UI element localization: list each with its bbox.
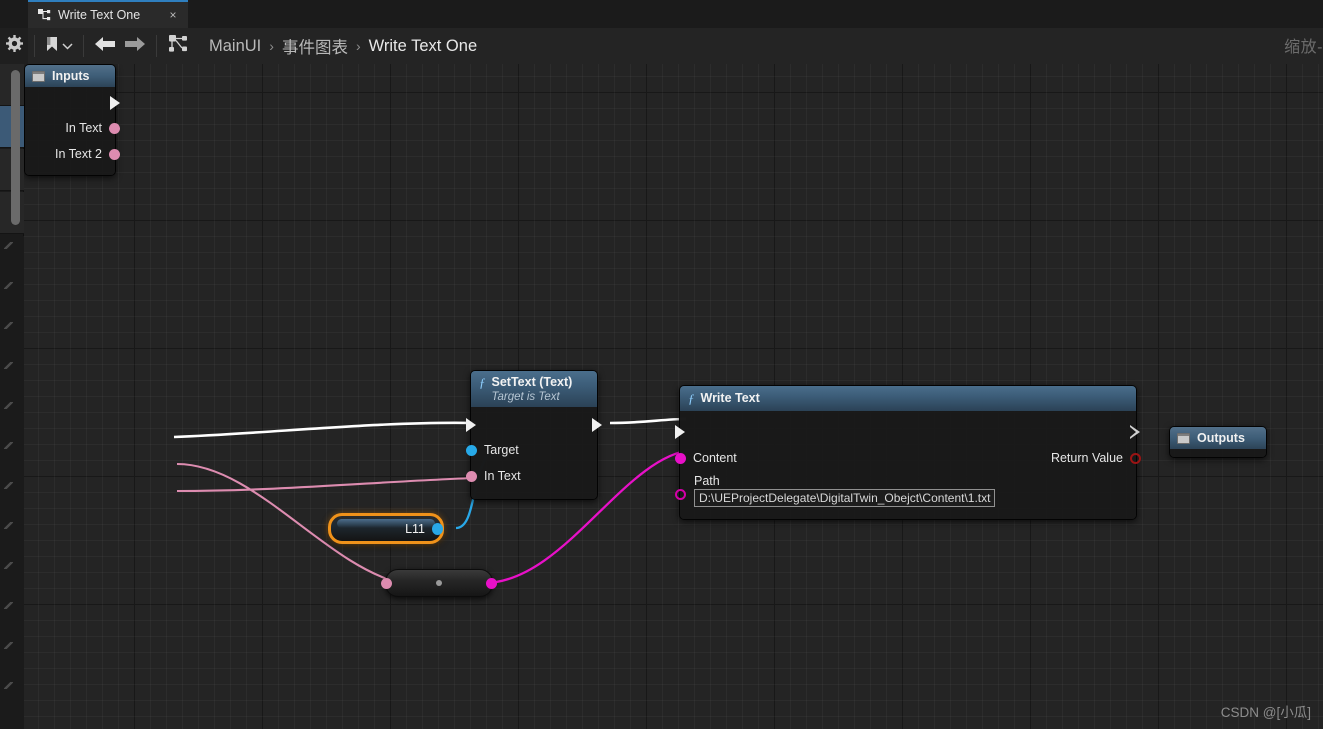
node-settext-header: ƒ SetText (Text) Target is Text	[471, 371, 597, 407]
pin-in-text[interactable]: In Text	[466, 463, 597, 489]
node-inputs-body: In Text In Text 2	[25, 87, 120, 175]
rail-resize-hatching	[0, 236, 24, 729]
left-panel-rail	[0, 64, 24, 729]
node-write-text-title: Write Text	[700, 391, 760, 405]
tab-bar: Write Text One ×	[0, 0, 1323, 28]
pin-in-text[interactable]: In Text	[25, 115, 120, 141]
rail-scrollbar[interactable]	[11, 70, 20, 225]
breadcrumb-item-write-text-one[interactable]: Write Text One	[363, 37, 484, 56]
tunnel-node-icon	[32, 70, 45, 82]
graph-icon-button[interactable]	[163, 33, 193, 59]
pin-target[interactable]: Target	[466, 437, 597, 463]
forward-button[interactable]	[120, 33, 150, 59]
exec-input-icon[interactable]	[466, 418, 476, 432]
function-icon: ƒ	[479, 375, 486, 390]
node-inputs-header: Inputs	[25, 65, 115, 87]
pin-in-text-label: In Text	[484, 469, 521, 483]
pin-in-text-dot	[109, 122, 120, 134]
blueprint-graph-canvas[interactable]: Inputs In Text In Text 2 ƒ SetText (Text…	[24, 64, 1323, 729]
pin-in-text-2-dot	[109, 148, 120, 160]
function-icon: ƒ	[688, 391, 695, 406]
breadcrumb-separator: ›	[355, 38, 361, 54]
node-write-text[interactable]: ƒ Write Text Content Return Value Path D…	[675, 385, 1141, 520]
pin-exec-row	[675, 419, 1140, 445]
node-settext-body: Target In Text	[466, 407, 602, 499]
bookmark-button[interactable]	[41, 33, 77, 59]
node-inputs-title: Inputs	[52, 69, 90, 83]
pin-in-text-label: In Text	[65, 121, 102, 135]
pin-variable-output-dot[interactable]	[432, 522, 443, 535]
settings-button[interactable]	[0, 28, 28, 64]
node-settext[interactable]: ƒ SetText (Text) Target is Text Target I…	[466, 370, 602, 500]
node-outputs-body	[1170, 449, 1266, 457]
breadcrumb: MainUI › 事件图表 › Write Text One	[203, 34, 483, 58]
pin-in-text-2[interactable]: In Text 2	[25, 141, 120, 167]
back-arrow-icon	[94, 36, 116, 57]
path-value-input[interactable]: D:\UEProjectDelegate\DigitalTwin_Obejct\…	[694, 489, 996, 507]
node-variable-l11[interactable]: L11	[328, 513, 444, 544]
node-write-text-body: Content Return Value Path D:\UEProjectDe…	[675, 411, 1141, 519]
blueprint-editor-window: Write Text One × MainUI › 事件图表 › Write T…	[0, 0, 1323, 729]
pin-in-text-2-label: In Text 2	[54, 147, 102, 161]
pin-path-row: Path D:\UEProjectDelegate\DigitalTwin_Ob…	[675, 473, 1136, 507]
exec-output-icon	[110, 96, 120, 110]
breadcrumb-separator: ›	[269, 38, 274, 54]
zoom-level-label: 缩放-	[1284, 39, 1323, 56]
toolbar-divider	[34, 35, 35, 57]
node-convert-to-text[interactable]	[381, 569, 497, 597]
watermark: CSDN @[小瓜]	[1220, 705, 1311, 720]
gear-icon	[5, 35, 23, 57]
tab-label: Write Text One	[58, 8, 141, 22]
exec-output-icon[interactable]	[1130, 424, 1141, 440]
pin-content-dot[interactable]	[675, 452, 686, 464]
toolbar: MainUI › 事件图表 › Write Text One	[0, 28, 1323, 64]
pin-convert-output-dot[interactable]	[486, 577, 497, 589]
pin-path-dot[interactable]	[675, 489, 686, 500]
pin-content-row: Content Return Value	[675, 445, 1141, 471]
node-outputs-title: Outputs	[1197, 431, 1245, 445]
breadcrumb-item-event-graph[interactable]: 事件图表	[276, 34, 354, 58]
back-button[interactable]	[90, 33, 120, 59]
pin-exec-row	[466, 413, 602, 437]
bookmark-icon	[45, 36, 59, 57]
node-settext-title: SetText (Text)	[491, 375, 573, 389]
node-outputs[interactable]: Outputs	[1169, 426, 1267, 458]
pin-path-label: Path	[694, 474, 720, 488]
pin-return-value-dot[interactable]	[1130, 452, 1141, 464]
pin-target-label: Target	[484, 443, 519, 457]
exec-input-icon[interactable]	[675, 425, 685, 439]
toolbar-divider	[156, 35, 157, 57]
forward-arrow-icon	[124, 36, 146, 57]
breadcrumb-item-mainui[interactable]: MainUI	[203, 37, 267, 56]
close-icon[interactable]: ×	[166, 9, 180, 21]
pin-content-label: Content	[693, 451, 737, 465]
convert-node-glyph	[436, 580, 442, 586]
blueprint-graph-icon	[38, 8, 51, 22]
pin-exec-out[interactable]	[25, 91, 120, 115]
blueprint-graph-icon	[167, 34, 189, 59]
chevron-down-icon	[62, 37, 73, 55]
pin-in-text-dot	[466, 470, 477, 482]
node-outputs-header: Outputs	[1170, 427, 1266, 449]
pin-target-dot	[466, 444, 477, 456]
tab-write-text-one[interactable]: Write Text One ×	[28, 0, 188, 28]
node-inputs[interactable]: Inputs In Text In Text 2	[24, 64, 120, 176]
toolbar-divider	[83, 35, 84, 57]
pin-return-value-label: Return Value	[1050, 451, 1123, 465]
node-variable-l11-label: L11	[405, 521, 425, 536]
node-write-text-header: ƒ Write Text	[680, 386, 1136, 411]
tunnel-node-icon	[1177, 432, 1190, 444]
node-settext-subtitle: Target is Text	[491, 391, 560, 403]
pin-convert-input-dot[interactable]	[381, 577, 392, 589]
exec-output-icon[interactable]	[592, 418, 602, 432]
